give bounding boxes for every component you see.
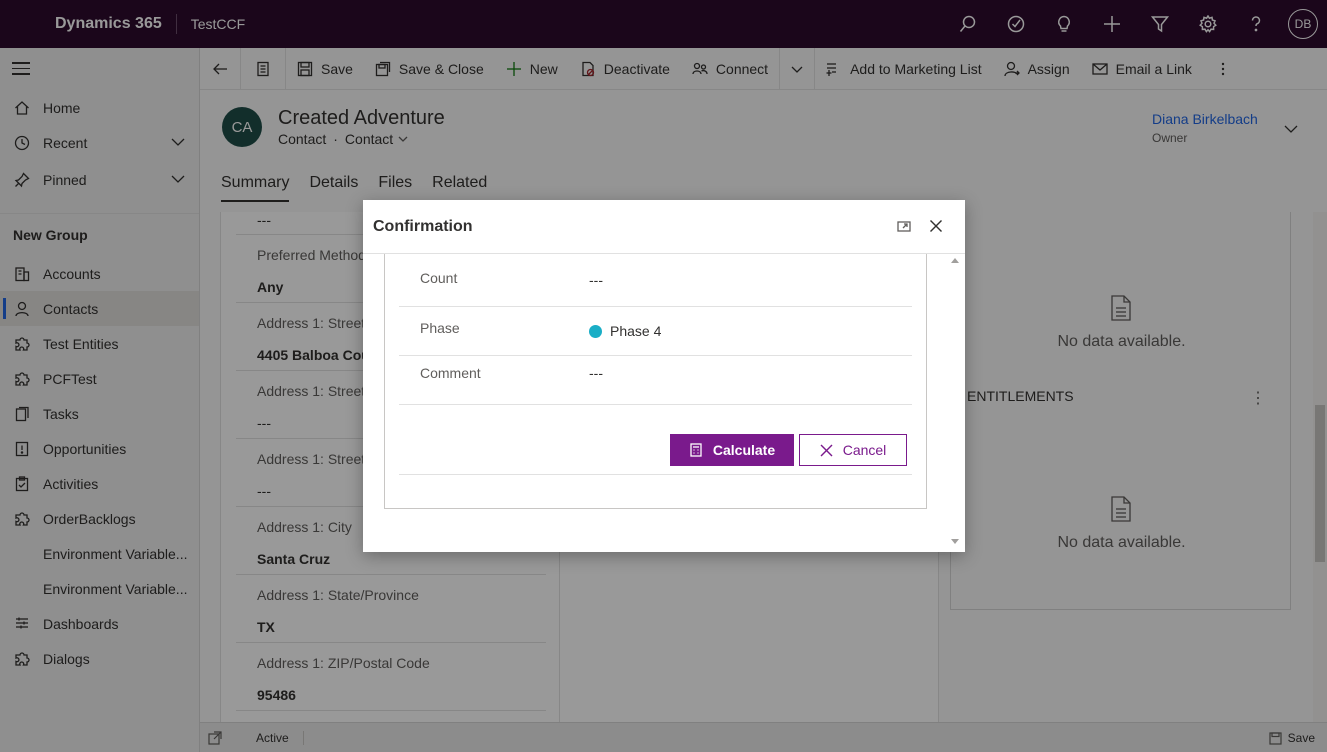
calculator-icon [690, 443, 702, 457]
close-icon [820, 444, 833, 456]
cancel-button[interactable]: Cancel [799, 434, 907, 466]
cancel-label: Cancel [842, 442, 887, 458]
field-label: Comment [420, 365, 481, 381]
dialog-title: Confirmation [373, 218, 473, 235]
calculate-button[interactable]: Calculate [670, 434, 794, 466]
dialog-field-count[interactable]: Count --- [399, 254, 912, 307]
field-value: --- [589, 272, 603, 288]
phase-value: Phase 4 [610, 323, 662, 339]
dialog-field-phase[interactable]: Phase Phase 4 [399, 307, 912, 356]
calculate-label: Calculate [712, 442, 776, 458]
dialog-scrollbar[interactable] [948, 254, 962, 550]
confirmation-dialog: Confirmation Count --- Phase Phase 4 Com… [363, 200, 965, 552]
scroll-up-arrow-icon[interactable] [951, 258, 959, 263]
expand-icon[interactable] [897, 219, 913, 235]
field-label: Count [420, 270, 458, 286]
field-label: Phase [420, 320, 460, 336]
phase-status-dot [589, 325, 602, 338]
field-value: --- [589, 365, 603, 381]
field-value: Phase 4 [589, 323, 661, 339]
dialog-form: Count --- Phase Phase 4 Comment --- Calc… [384, 254, 927, 509]
close-icon[interactable] [929, 219, 945, 235]
scroll-down-arrow-icon[interactable] [951, 539, 959, 544]
dialog-field-comment[interactable]: Comment --- [399, 356, 912, 405]
